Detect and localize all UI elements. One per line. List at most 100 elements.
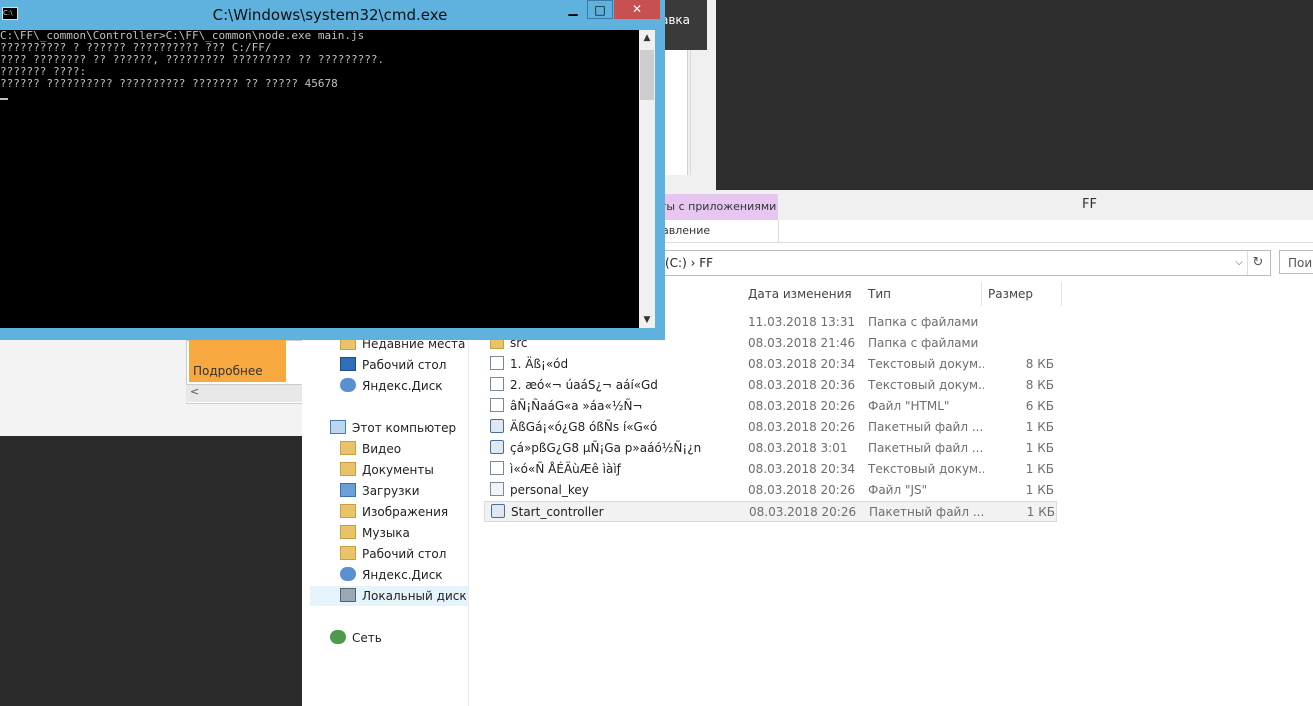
nav-item-label: Изображения bbox=[362, 505, 449, 519]
close-button[interactable]: ✕ bbox=[614, 0, 660, 19]
address-bar[interactable]: (C:) › FF ⌵ ↻ bbox=[658, 250, 1271, 276]
nav-item-label: Рабочий стол bbox=[362, 547, 447, 561]
nav-item-documents[interactable]: Документы bbox=[340, 460, 434, 480]
file-name-text: 1. Äß¡«ód bbox=[510, 357, 569, 371]
nav-item-this-pc[interactable]: Этот компьютер bbox=[330, 418, 456, 438]
nav-item-label: Документы bbox=[362, 463, 434, 477]
pictures-folder-icon bbox=[340, 504, 356, 518]
file-row[interactable]: çá»pßG¿G8 µÑ¡Ga p»aáó½Ñ¡¿n 08.03.2018 3:0… bbox=[484, 438, 1057, 459]
file-name: 2. æó«¬ úaáS¿¬ aáí«Gd bbox=[490, 375, 740, 396]
minimize-button[interactable]: ▁ bbox=[560, 0, 586, 19]
nav-item-label: Музыка bbox=[362, 526, 410, 540]
file-size: 1 КБ bbox=[1025, 462, 1054, 476]
nav-item-label: Загрузки bbox=[362, 484, 420, 498]
file-row[interactable]: âÑ¡ÑaáG«a »áa«½Ñ¬ 08.03.2018 20:26 Файл "H… bbox=[484, 396, 1057, 417]
file-type: Текстовый докум... bbox=[868, 462, 984, 476]
column-header-type[interactable]: Тип bbox=[862, 282, 982, 306]
tab-app-tools[interactable]: ты с приложениями bbox=[660, 194, 778, 220]
column-header-size[interactable]: Размер bbox=[982, 282, 1062, 306]
file-date: 08.03.2018 20:34 bbox=[748, 357, 856, 371]
file-type: Пакетный файл ... bbox=[868, 420, 984, 434]
background-window-scrollbar[interactable] bbox=[690, 50, 707, 175]
file-size: 1 КБ bbox=[1025, 441, 1054, 455]
search-input[interactable]: Пои bbox=[1279, 250, 1313, 274]
nav-item-network[interactable]: Сеть bbox=[330, 628, 382, 648]
console-output[interactable]: C:\FF\_common\Controller>C:\FF\_common\n… bbox=[0, 30, 639, 328]
nav-item-label: Рабочий стол bbox=[362, 358, 447, 372]
file-row[interactable]: ÄßGá¡«ó¿G8 óßÑs í«G«ó 08.03.2018 20:26 Пак… bbox=[484, 417, 1057, 438]
downloads-folder-icon bbox=[340, 483, 356, 497]
nav-item-desktop-2[interactable]: Рабочий стол bbox=[340, 544, 446, 564]
documents-folder-icon bbox=[340, 462, 356, 476]
scrollbar-thumb[interactable] bbox=[640, 50, 654, 100]
file-size: 1 КБ bbox=[1025, 420, 1054, 434]
console-scrollbar[interactable]: ▲ ▼ bbox=[639, 30, 655, 328]
file-date: 08.03.2018 20:26 bbox=[748, 420, 856, 434]
background-window-left: Подробнее < bbox=[0, 340, 304, 436]
file-row[interactable]: ì«ó«Ñ ÅÉÄùÆê ìàìƒ 08.03.2018 20:34 Текстов… bbox=[484, 459, 1057, 480]
scroll-down-arrow-icon[interactable]: ▼ bbox=[639, 312, 655, 328]
nav-item-label: Видео bbox=[362, 442, 402, 456]
file-row[interactable]: 2. æó«¬ úaáS¿¬ aáí«Gd 08.03.2018 20:36 Тек… bbox=[484, 375, 1057, 396]
nav-item-video[interactable]: Видео bbox=[340, 439, 401, 459]
file-row[interactable]: personal_key 08.03.2018 20:26 Файл "JS" 1 К… bbox=[484, 480, 1057, 501]
html-file-icon bbox=[490, 398, 504, 412]
scroll-up-arrow-icon[interactable]: ▲ bbox=[639, 30, 655, 46]
cmd-window: C:\ C:\Windows\system32\cmd.exe ▁ □ ✕ C:… bbox=[0, 0, 665, 340]
nav-item-pictures[interactable]: Изображения bbox=[340, 502, 448, 522]
js-file-icon bbox=[490, 482, 504, 496]
nav-item-downloads[interactable]: Загрузки bbox=[340, 481, 420, 501]
console-line: ?????? ?????????? ?????????? ??????? ?? … bbox=[0, 77, 338, 90]
batch-file-icon bbox=[490, 440, 504, 454]
background-desktop bbox=[706, 0, 1313, 190]
cloud-icon bbox=[340, 567, 356, 581]
file-row[interactable]: 1. Äß¡«ód 08.03.2018 20:34 Текстовый докум… bbox=[484, 354, 1057, 375]
file-type: Пакетный файл ... bbox=[869, 505, 985, 519]
file-type: Текстовый докум... bbox=[868, 357, 984, 371]
background-window-tab[interactable]: авка bbox=[661, 0, 707, 50]
file-row[interactable]: Start_controller 08.03.2018 20:26 Пакетный… bbox=[484, 501, 1057, 522]
scroll-left-arrow-icon[interactable]: < bbox=[186, 385, 199, 398]
file-name-text: 2. æó«¬ úaáS¿¬ aáí«Gd bbox=[510, 378, 658, 392]
nav-item-local-disk[interactable]: Локальный диск (C bbox=[310, 586, 468, 606]
file-size: 1 КБ bbox=[1026, 505, 1055, 519]
file-name: çá»pßG¿G8 µÑ¡Ga p»aáó½Ñ¡¿n bbox=[490, 438, 740, 459]
file-name: âÑ¡ÑaáG«a »áa«½Ñ¬ bbox=[490, 396, 740, 417]
background-hscrollbar[interactable]: < bbox=[186, 384, 302, 402]
file-type: Пакетный файл ... bbox=[868, 441, 984, 455]
cmd-titlebar[interactable]: C:\ C:\Windows\system32\cmd.exe ▁ □ ✕ bbox=[0, 0, 665, 28]
text-file-icon bbox=[490, 377, 504, 391]
computer-icon bbox=[330, 420, 346, 434]
file-name: Start_controller bbox=[491, 502, 741, 523]
nav-item-desktop[interactable]: Рабочий стол bbox=[340, 355, 446, 375]
chevron-down-icon[interactable]: ⌵ bbox=[1232, 251, 1246, 275]
background-window-strip: авка bbox=[660, 0, 716, 190]
nav-item-music[interactable]: Музыка bbox=[340, 523, 410, 543]
file-type: Текстовый докум... bbox=[868, 378, 984, 392]
ribbon-manage-tab[interactable]: авление bbox=[662, 224, 710, 237]
file-date: 08.03.2018 20:26 bbox=[748, 483, 856, 497]
file-date: 08.03.2018 3:01 bbox=[748, 441, 848, 455]
file-name: personal_key bbox=[490, 480, 740, 501]
music-folder-icon bbox=[340, 525, 356, 539]
details-tile[interactable]: Подробнее bbox=[189, 340, 286, 382]
file-date: 11.03.2018 13:31 bbox=[748, 315, 856, 329]
background-window-panel bbox=[661, 50, 688, 175]
column-header-date[interactable]: Дата изменения bbox=[742, 282, 864, 306]
refresh-icon[interactable]: ↻ bbox=[1247, 251, 1268, 275]
nav-item-label: Яндекс.Диск bbox=[362, 379, 443, 393]
desktop-icon bbox=[340, 357, 356, 371]
maximize-button[interactable]: □ bbox=[587, 0, 613, 19]
file-name: 1. Äß¡«ód bbox=[490, 354, 740, 375]
nav-item-yandex-disk-2[interactable]: Яндекс.Диск bbox=[340, 565, 443, 585]
text-cursor bbox=[0, 98, 8, 100]
batch-file-icon bbox=[491, 504, 505, 518]
file-type: Файл "JS" bbox=[868, 483, 928, 497]
breadcrumb[interactable]: (C:) › FF bbox=[665, 251, 713, 275]
file-name-text: ÄßGá¡«ó¿G8 óßÑs í«G«ó bbox=[510, 420, 658, 434]
nav-item-label: Яндекс.Диск bbox=[362, 568, 443, 582]
file-size: 8 КБ bbox=[1025, 357, 1054, 371]
text-file-icon bbox=[490, 461, 504, 475]
file-size: 1 КБ bbox=[1025, 483, 1054, 497]
nav-item-yandex-disk[interactable]: Яндекс.Диск bbox=[340, 376, 443, 396]
